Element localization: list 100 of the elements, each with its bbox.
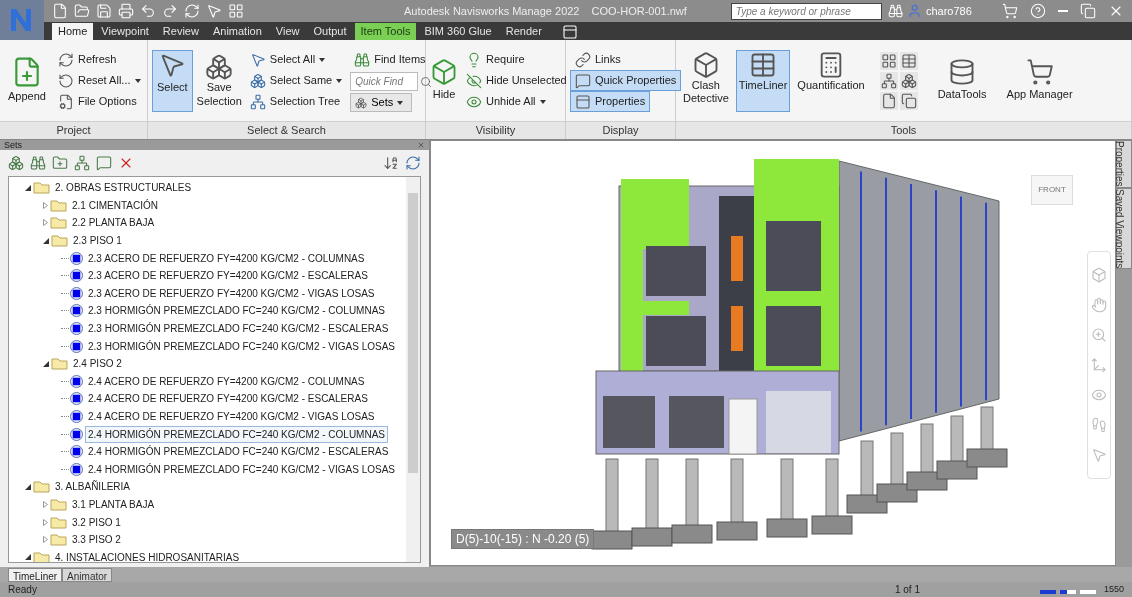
ribbon-button[interactable]: File Options [53, 91, 145, 112]
ribbon-button[interactable]: Refresh [53, 49, 145, 70]
expanded-triangle-icon[interactable] [25, 554, 31, 561]
folder-label[interactable]: 3.2 PISO 1 [69, 513, 124, 531]
ribbon-button[interactable]: Clash Detective [680, 49, 732, 112]
panel-title[interactable]: Tools [676, 121, 1131, 139]
toolbar-button[interactable] [96, 155, 112, 171]
quick-find-field[interactable]: Quick Find [350, 72, 419, 91]
panel-title[interactable]: Select & Search [148, 121, 425, 139]
ribbon-button[interactable]: Require [462, 49, 571, 70]
panel-title[interactable]: Display [566, 121, 675, 139]
view-cube[interactable]: FRONT [1031, 175, 1073, 205]
hide-button[interactable]: Hide [430, 58, 458, 103]
ribbon-button[interactable]: Unhide All [462, 91, 571, 112]
3d-viewport[interactable]: FRONT D(5)-10(-15) : N -0.20 (5) [430, 140, 1116, 566]
folder-label[interactable]: 3.1 PLANTA BAJA [69, 496, 158, 513]
folder-label[interactable]: 3. ALBAÑILERIA [52, 478, 134, 496]
ribbon-button[interactable]: Links [570, 49, 626, 70]
tool-button[interactable] [879, 71, 898, 90]
ribbon-button[interactable]: TimeLiner [735, 49, 791, 112]
collapsed-triangle-icon[interactable] [43, 501, 48, 508]
collapsed-triangle-icon[interactable] [43, 201, 48, 209]
folder-label[interactable]: 2.4 PISO 2 [70, 355, 125, 373]
ribbon-tab[interactable]: Animation [206, 23, 268, 40]
folder-label[interactable]: 3.3 PISO 2 [69, 531, 124, 549]
expanded-triangle-icon[interactable] [25, 184, 31, 191]
selection-set-label[interactable]: 2.3 HORMIGÓN PREMEZCLADO FC=240 KG/CM2 - COLUMNAS [85, 302, 388, 320]
data-tools-button[interactable]: DataTools [929, 58, 995, 103]
search-field[interactable]: Type a keyword or phrase [730, 2, 882, 20]
selection-set-label[interactable]: 2.3 HORMIGÓN PREMEZCLADO FC=240 KG/CM2 - VIGAS LOSAS [85, 337, 399, 355]
ribbon-button[interactable]: Select Same [245, 70, 347, 91]
selection-set-label[interactable]: 2.4 HORMIGÓN PREMEZCLADO FC=240 KG/CM2 - COLUMNAS [85, 425, 388, 443]
ribbon-button[interactable]: Hide Unselected [462, 70, 571, 91]
ribbon-button[interactable]: Selection Tree [245, 91, 347, 112]
ribbon-tab[interactable]: Item Tools [354, 23, 417, 40]
expanded-triangle-icon[interactable] [25, 483, 31, 490]
quick-access-button[interactable] [206, 3, 222, 19]
ribbon-tab[interactable]: Viewpoint [95, 23, 155, 40]
app-manager-button[interactable]: App Manager [998, 58, 1081, 103]
folder-label[interactable]: 2.1 CIMENTACIÓN [69, 196, 161, 214]
quick-access-button[interactable] [184, 3, 200, 19]
bottom-tab[interactable]: Animator [62, 568, 113, 582]
sort-button[interactable] [383, 155, 399, 171]
ribbon-tab[interactable]: Review [156, 23, 205, 40]
collapsed-triangle-icon[interactable] [43, 536, 48, 544]
ribbon-tab[interactable]: BIM 360 Glue [418, 23, 498, 40]
quick-access-button[interactable] [228, 3, 244, 19]
quick-access-button[interactable] [162, 3, 178, 19]
quick-access-button[interactable] [96, 3, 112, 19]
expanded-triangle-icon[interactable] [43, 237, 49, 244]
selection-set-label[interactable]: 2.4 ACERO DE REFUERZO FY=4200 KG/CM2 - COLUMNAS [85, 372, 368, 390]
tool-button[interactable] [879, 51, 898, 70]
selection-set-label[interactable]: 2.3 ACERO DE REFUERZO FY=4200 KG/CM2 - ESCALERAS [85, 267, 371, 285]
collapsed-triangle-icon[interactable] [43, 518, 48, 526]
folder-label[interactable]: 4. INSTALACIONES HIDROSANITARIAS [52, 548, 243, 562]
append-button[interactable]: Append [4, 56, 50, 105]
side-tab[interactable]: Properties [1116, 140, 1132, 188]
ribbon-button[interactable]: Quantification [794, 49, 868, 112]
tool-button[interactable] [879, 91, 898, 110]
ribbon-tab[interactable]: Render [499, 23, 548, 40]
toolbar-button[interactable] [30, 155, 46, 171]
tool-button[interactable] [899, 71, 918, 90]
ribbon-tab[interactable]: Home [52, 23, 94, 40]
ribbon-button[interactable]: Select All [245, 49, 347, 70]
folder-label[interactable]: 2. OBRAS ESTRUCTURALES [52, 179, 195, 197]
selection-set-label[interactable]: 2.4 ACERO DE REFUERZO FY=4200 KG/CM2 - VIGAS LOSAS [85, 408, 378, 425]
select-button[interactable]: Select [152, 49, 193, 112]
ribbon-button[interactable]: Quick Properties [570, 70, 682, 91]
sets-dropdown[interactable]: Sets [350, 93, 413, 112]
quick-access-button[interactable] [52, 3, 68, 19]
import-export-button[interactable] [405, 155, 421, 171]
find-items-button[interactable]: Find Items [350, 49, 433, 70]
tool-button[interactable] [899, 51, 918, 70]
selection-set-label[interactable]: 2.4 ACERO DE REFUERZO FY=4200 KG/CM2 - ESCALERAS [85, 390, 371, 408]
selection-set-label[interactable]: 2.3 HORMIGÓN PREMEZCLADO FC=240 KG/CM2 - ESCALERAS [85, 320, 392, 338]
panel-title[interactable]: Visibility [426, 121, 565, 139]
quick-access-button[interactable] [140, 3, 156, 19]
selection-set-label[interactable]: 2.3 ACERO DE REFUERZO FY=4200 KG/CM2 - VIGAS LOSAS [85, 284, 378, 302]
expanded-triangle-icon[interactable] [43, 360, 49, 367]
toolbar-button[interactable] [74, 155, 90, 171]
selection-set-label[interactable]: 2.4 HORMIGÓN PREMEZCLADO FC=240 KG/CM2 - VIGAS LOSAS [85, 460, 399, 478]
bottom-tab[interactable]: TimeLiner [8, 568, 63, 582]
ribbon-tab[interactable]: Output [307, 23, 353, 40]
tool-button[interactable] [899, 91, 918, 110]
collapsed-triangle-icon[interactable] [43, 219, 48, 227]
save-selection-button[interactable]: Save Selection [196, 52, 242, 109]
folder-label[interactable]: 2.3 PISO 1 [70, 232, 125, 250]
toolbar-button[interactable] [52, 155, 68, 171]
scrollbar[interactable] [406, 177, 420, 562]
selection-set-label[interactable]: 2.3 ACERO DE REFUERZO FY=4200 KG/CM2 - COLUMNAS [85, 249, 368, 267]
quick-access-button[interactable] [118, 3, 134, 19]
folder-label[interactable]: 2.2 PLANTA BAJA [69, 214, 158, 232]
ribbon-button[interactable]: Reset All... [53, 70, 145, 91]
selection-set-label[interactable]: 2.4 HORMIGÓN PREMEZCLADO FC=240 KG/CM2 - ESCALERAS [85, 443, 392, 461]
panel-title[interactable]: Project [0, 121, 147, 139]
toolbar-button[interactable] [8, 155, 24, 171]
ribbon-button[interactable]: Properties [570, 91, 651, 112]
side-tab[interactable]: Saved Viewpoints [1116, 187, 1132, 269]
quick-access-button[interactable] [74, 3, 90, 19]
ribbon-tab[interactable]: View [269, 23, 306, 40]
